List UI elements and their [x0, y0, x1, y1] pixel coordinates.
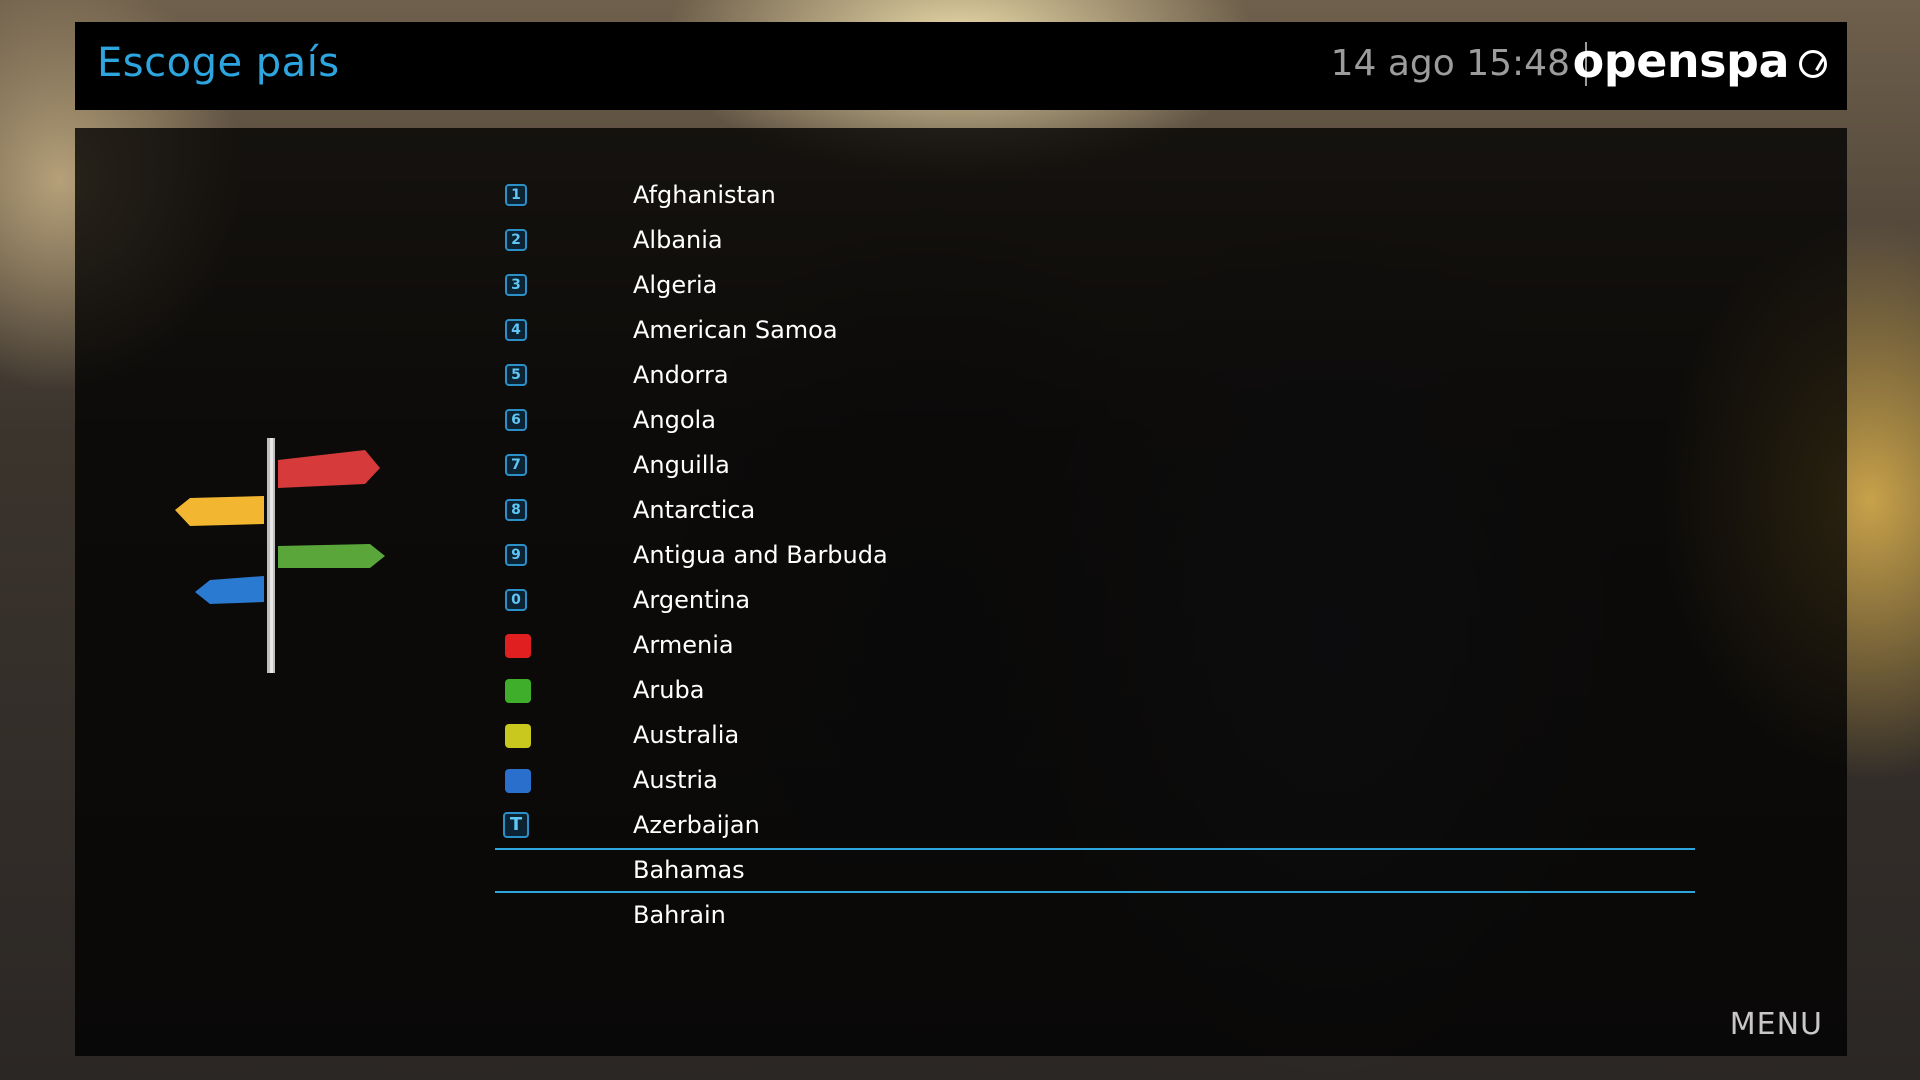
list-item[interactable]: 4 American Samoa [495, 308, 1695, 353]
list-item[interactable]: Bahamas [495, 848, 1695, 893]
signpost-icon [175, 438, 385, 673]
list-item[interactable]: 3 Algeria [495, 263, 1695, 308]
page-title: Escoge país [97, 40, 340, 86]
list-item-label: Bahamas [633, 856, 745, 884]
color-key-icon [505, 769, 531, 793]
list-item-label: Anguilla [633, 451, 730, 479]
list-item[interactable]: 9 Antigua and Barbuda [495, 533, 1695, 578]
list-item-label: Antarctica [633, 496, 756, 524]
list-item[interactable]: 0 Argentina [495, 578, 1695, 623]
list-item[interactable]: 2 Albania [495, 218, 1695, 263]
list-item-label: Australia [633, 721, 740, 749]
list-item-label: American Samoa [633, 316, 838, 344]
list-item[interactable]: 5 Andorra [495, 353, 1695, 398]
list-item[interactable]: Bahrain [495, 893, 1695, 938]
list-item[interactable]: Austria [495, 758, 1695, 803]
list-item-label: Aruba [633, 676, 705, 704]
brand-logo: openspa [1572, 34, 1790, 88]
list-item[interactable]: Armenia [495, 623, 1695, 668]
list-item-label: Andorra [633, 361, 729, 389]
number-key-icon: 1 [505, 184, 527, 206]
number-key-icon: 0 [505, 589, 527, 611]
list-item-label: Armenia [633, 631, 734, 659]
color-key-icon [505, 724, 531, 748]
list-item[interactable]: 1 Afghanistan [495, 173, 1695, 218]
list-item-label: Austria [633, 766, 718, 794]
number-key-icon: 7 [505, 454, 527, 476]
list-item-label: Bahrain [633, 901, 726, 929]
text-key-icon: T [503, 812, 529, 838]
header-bar: Escoge país 14 ago 15:48 openspa [75, 22, 1847, 110]
number-key-icon: 2 [505, 229, 527, 251]
list-item[interactable]: 6 Angola [495, 398, 1695, 443]
list-item-label: Angola [633, 406, 716, 434]
list-item-label: Azerbaijan [633, 811, 760, 839]
country-list[interactable]: 1 Afghanistan 2 Albania 3 Algeria 4 American Sa… [495, 173, 1695, 938]
color-key-icon [505, 679, 531, 703]
list-item[interactable]: T Azerbaijan [495, 803, 1695, 848]
list-item[interactable]: 7 Anguilla [495, 443, 1695, 488]
list-item-label: Albania [633, 226, 723, 254]
number-key-icon: 3 [505, 274, 527, 296]
list-item[interactable]: Australia [495, 713, 1695, 758]
number-key-icon: 8 [505, 499, 527, 521]
list-item[interactable]: Aruba [495, 668, 1695, 713]
number-key-icon: 6 [505, 409, 527, 431]
number-key-icon: 9 [505, 544, 527, 566]
openspa-logo-icon [1799, 50, 1827, 78]
menu-button-hint[interactable]: MENU [1730, 1007, 1823, 1042]
list-item-label: Argentina [633, 586, 751, 614]
list-item[interactable]: 8 Antarctica [495, 488, 1695, 533]
number-key-icon: 5 [505, 364, 527, 386]
list-item-label: Antigua and Barbuda [633, 541, 888, 569]
list-item-label: Afghanistan [633, 181, 776, 209]
main-panel: 1 Afghanistan 2 Albania 3 Algeria 4 American Sa… [75, 128, 1847, 1056]
color-key-icon [505, 634, 531, 658]
clock: 14 ago 15:48 [1330, 43, 1570, 84]
list-item-label: Algeria [633, 271, 718, 299]
number-key-icon: 4 [505, 319, 527, 341]
